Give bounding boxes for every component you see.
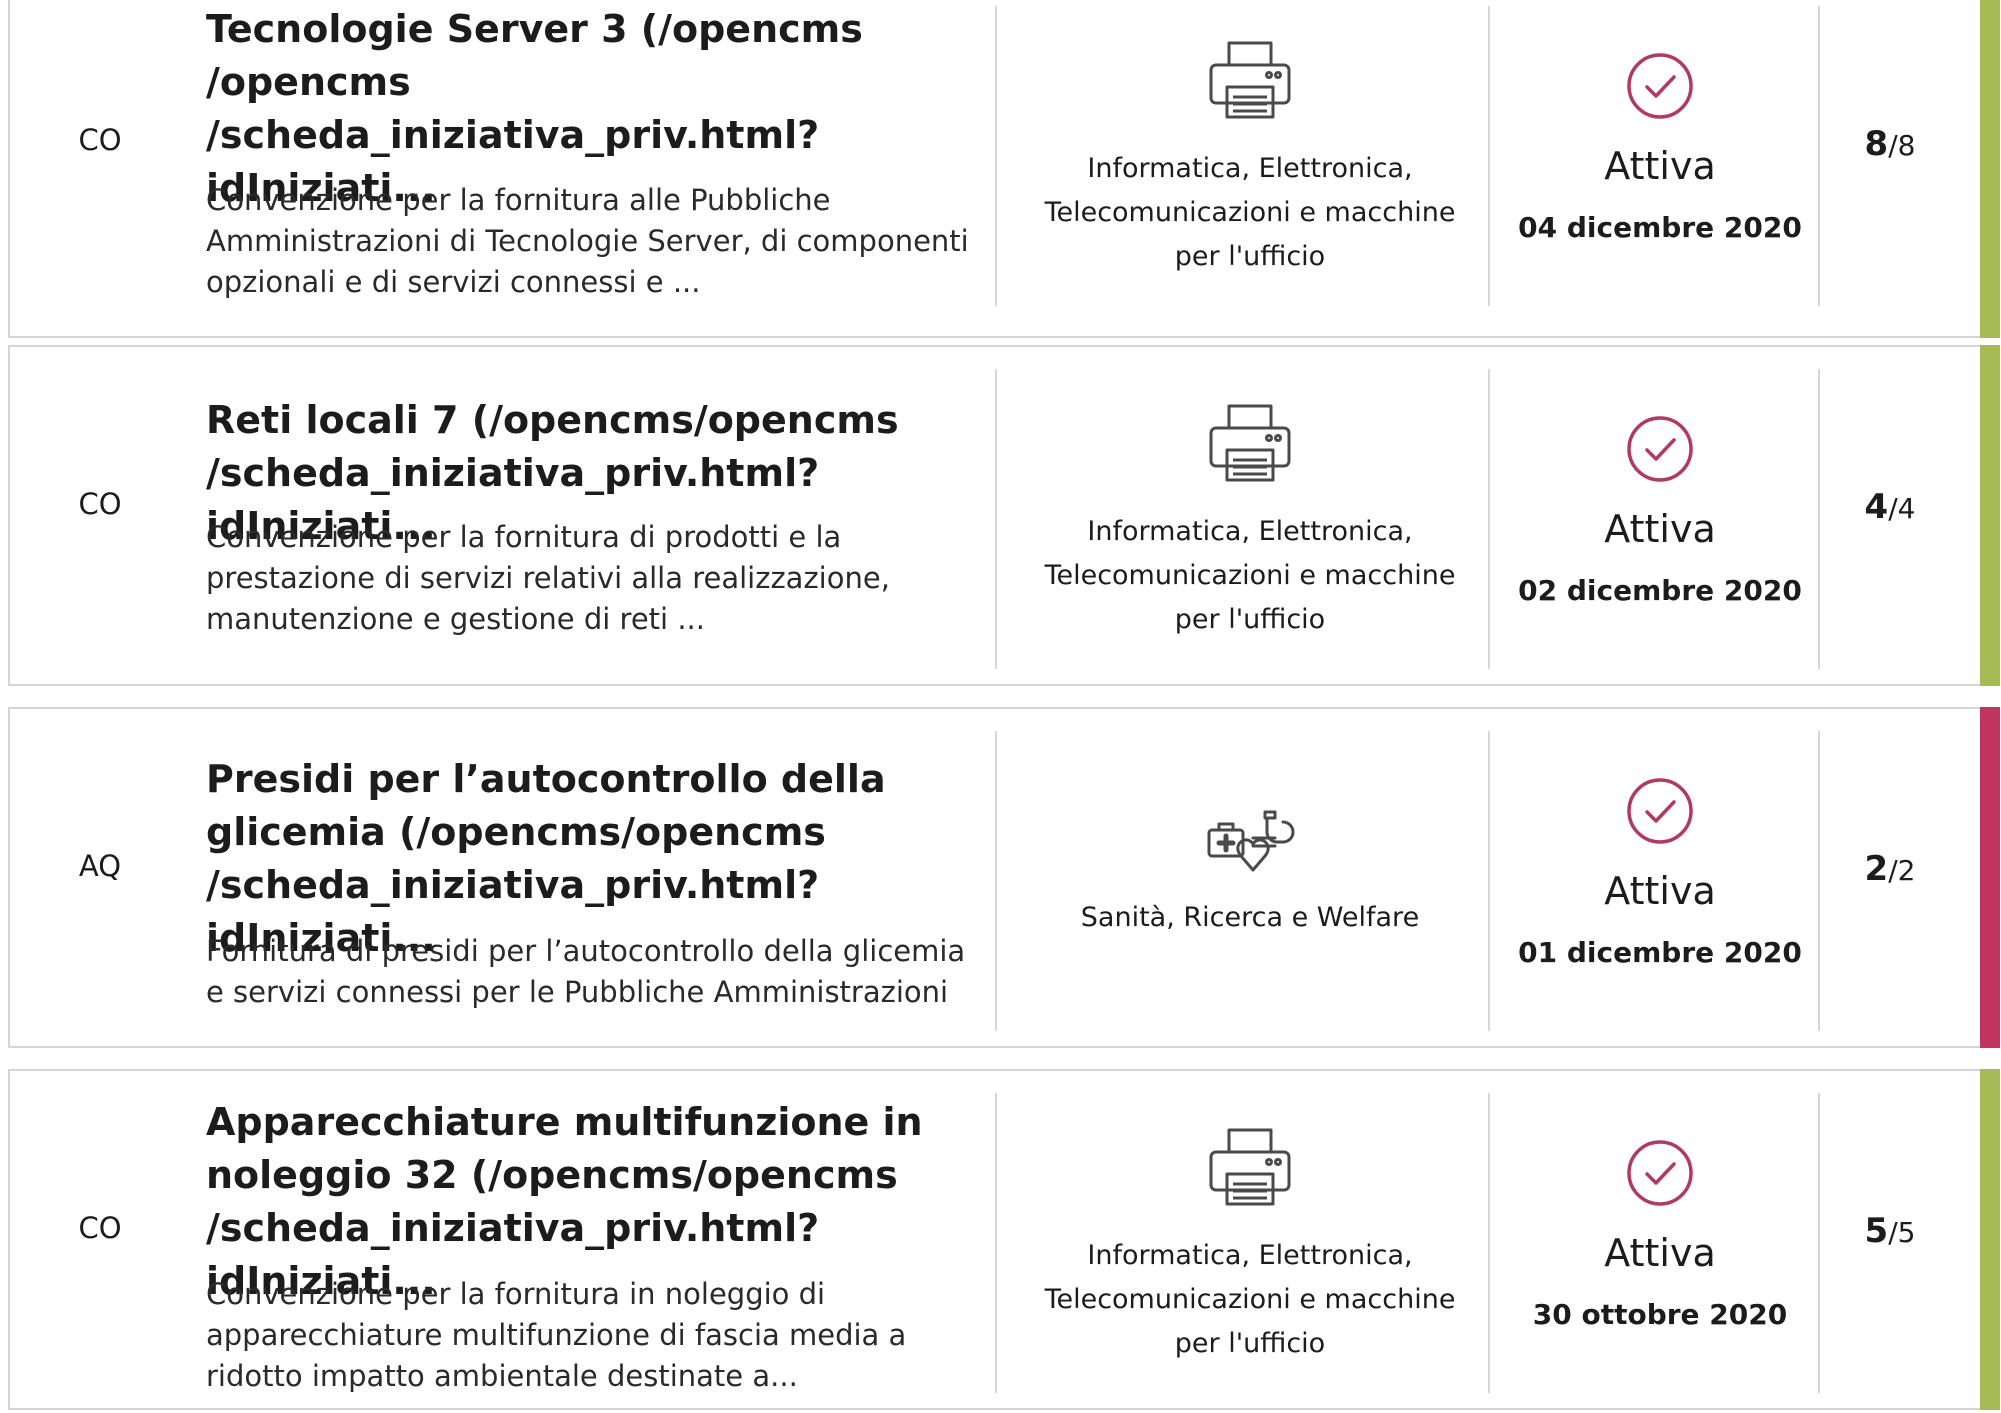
initiative-description: Convenzione per la fornitura in noleggio…	[206, 1274, 986, 1397]
column-divider	[1818, 1093, 1820, 1393]
status-accent-bar	[1980, 0, 2000, 338]
health-kit-icon	[1205, 802, 1295, 892]
count-total: /4	[1888, 492, 1916, 525]
initiative-card[interactable]: CO Tecnologie Server 3 (/opencms /opencm…	[8, 0, 2000, 338]
description-line: e servizi connessi per le Pubbliche Ammi…	[206, 975, 949, 1009]
count-current: 2	[1864, 849, 1889, 889]
count-total: /5	[1888, 1216, 1916, 1249]
status-text: Attiva	[1604, 507, 1716, 551]
column-divider	[1488, 6, 1490, 306]
column-divider	[1818, 369, 1820, 669]
initiative-description: Convenzione per la fornitura di prodotti…	[206, 517, 986, 640]
title-line: noleggio 32 (/opencms/opencms	[206, 1153, 898, 1197]
description-line: Convenzione per la fornitura alle Pubbli…	[206, 183, 831, 217]
count-total: /2	[1888, 854, 1916, 887]
category-line: Telecomunicazioni e macchine	[1044, 1284, 1456, 1315]
title-line: glicemia (/opencms/opencms	[206, 810, 826, 854]
status-date: 01 dicembre 2020	[1518, 936, 1802, 969]
printer-icon	[1205, 400, 1295, 490]
description-line: opzionali e di servizi connessi e ...	[206, 265, 701, 299]
status-accent-bar	[1980, 707, 2000, 1048]
column-divider	[1488, 369, 1490, 669]
column-divider	[1818, 731, 1820, 1031]
category-line: per l'ufficio	[1174, 241, 1326, 272]
lot-count: 8/8	[1840, 124, 1940, 164]
check-circle-icon	[1625, 1138, 1695, 1208]
title-line: /opencms	[206, 60, 411, 104]
initiatives-list: CO Tecnologie Server 3 (/opencms /opencm…	[0, 0, 2001, 1413]
status-text: Attiva	[1604, 1231, 1716, 1275]
check-circle-icon	[1625, 776, 1695, 846]
category-label: Sanità, Ricerca e Welfare	[1030, 896, 1470, 940]
initiative-type: CO	[78, 1211, 122, 1245]
category-line: Informatica, Elettronica,	[1087, 153, 1413, 184]
initiative-card[interactable]: CO Reti locali 7 (/opencms/opencms /sche…	[8, 345, 2000, 686]
lot-count: 2/2	[1840, 849, 1940, 889]
count-current: 5	[1864, 1211, 1889, 1251]
category-line: per l'ufficio	[1174, 1328, 1326, 1359]
title-line: Reti locali 7 (/opencms/opencms	[206, 398, 899, 442]
category-line: Telecomunicazioni e macchine	[1044, 197, 1456, 228]
description-line: Amministrazioni di Tecnologie Server, di…	[206, 224, 969, 258]
column-divider	[995, 731, 997, 1031]
printer-icon	[1205, 37, 1295, 127]
description-line: apparecchiature multifunzione di fascia …	[206, 1318, 907, 1352]
count-total: /8	[1888, 129, 1916, 162]
column-divider	[995, 1093, 997, 1393]
category-line: per l'ufficio	[1174, 604, 1326, 635]
column-divider	[995, 6, 997, 306]
title-line: Tecnologie Server 3 (/opencms	[206, 7, 863, 51]
status-text: Attiva	[1604, 869, 1716, 913]
initiative-card[interactable]: CO Apparecchiature multifunzione in nole…	[8, 1069, 2000, 1410]
title-line: Apparecchiature multifunzione in	[206, 1100, 923, 1144]
lot-count: 4/4	[1840, 487, 1940, 527]
count-current: 4	[1864, 487, 1889, 527]
category-line: Informatica, Elettronica,	[1087, 1240, 1413, 1271]
initiative-description: Convenzione per la fornitura alle Pubbli…	[206, 180, 986, 303]
category-label: Informatica, Elettronica, Telecomunicazi…	[1030, 147, 1470, 279]
description-line: Fornitura di presidi per l’autocontrollo…	[206, 934, 966, 968]
count-current: 8	[1864, 124, 1889, 164]
category-line: Informatica, Elettronica,	[1087, 516, 1413, 547]
category-label: Informatica, Elettronica, Telecomunicazi…	[1030, 510, 1470, 642]
status-date: 04 dicembre 2020	[1518, 211, 1802, 244]
initiative-card[interactable]: AQ Presidi per l’autocontrollo della gli…	[8, 707, 2000, 1048]
description-line: ridotto impatto ambientale destinate a..…	[206, 1359, 798, 1393]
initiative-type: CO	[78, 123, 122, 157]
description-line: Convenzione per la fornitura in noleggio…	[206, 1277, 826, 1311]
category-line: Sanità, Ricerca e Welfare	[1080, 902, 1420, 933]
status-date: 02 dicembre 2020	[1518, 574, 1802, 607]
description-line: Convenzione per la fornitura di prodotti…	[206, 520, 842, 554]
initiative-description: Fornitura di presidi per l’autocontrollo…	[206, 931, 986, 1013]
column-divider	[1818, 6, 1820, 306]
status-accent-bar	[1980, 1069, 2000, 1410]
category-label: Informatica, Elettronica, Telecomunicazi…	[1030, 1234, 1470, 1366]
title-line: Presidi per l’autocontrollo della	[206, 757, 886, 801]
check-circle-icon	[1625, 414, 1695, 484]
description-line: prestazione di servizi relativi alla rea…	[206, 561, 890, 595]
printer-icon	[1205, 1124, 1295, 1214]
status-accent-bar	[1980, 345, 2000, 686]
column-divider	[995, 369, 997, 669]
status-date: 30 ottobre 2020	[1532, 1298, 1788, 1331]
description-line: manutenzione e gestione di reti ...	[206, 602, 705, 636]
check-circle-icon	[1625, 51, 1695, 121]
category-line: Telecomunicazioni e macchine	[1044, 560, 1456, 591]
column-divider	[1488, 731, 1490, 1031]
column-divider	[1488, 1093, 1490, 1393]
status-text: Attiva	[1604, 144, 1716, 188]
initiative-type: AQ	[78, 849, 122, 883]
initiative-type: CO	[78, 487, 122, 521]
lot-count: 5/5	[1840, 1211, 1940, 1251]
